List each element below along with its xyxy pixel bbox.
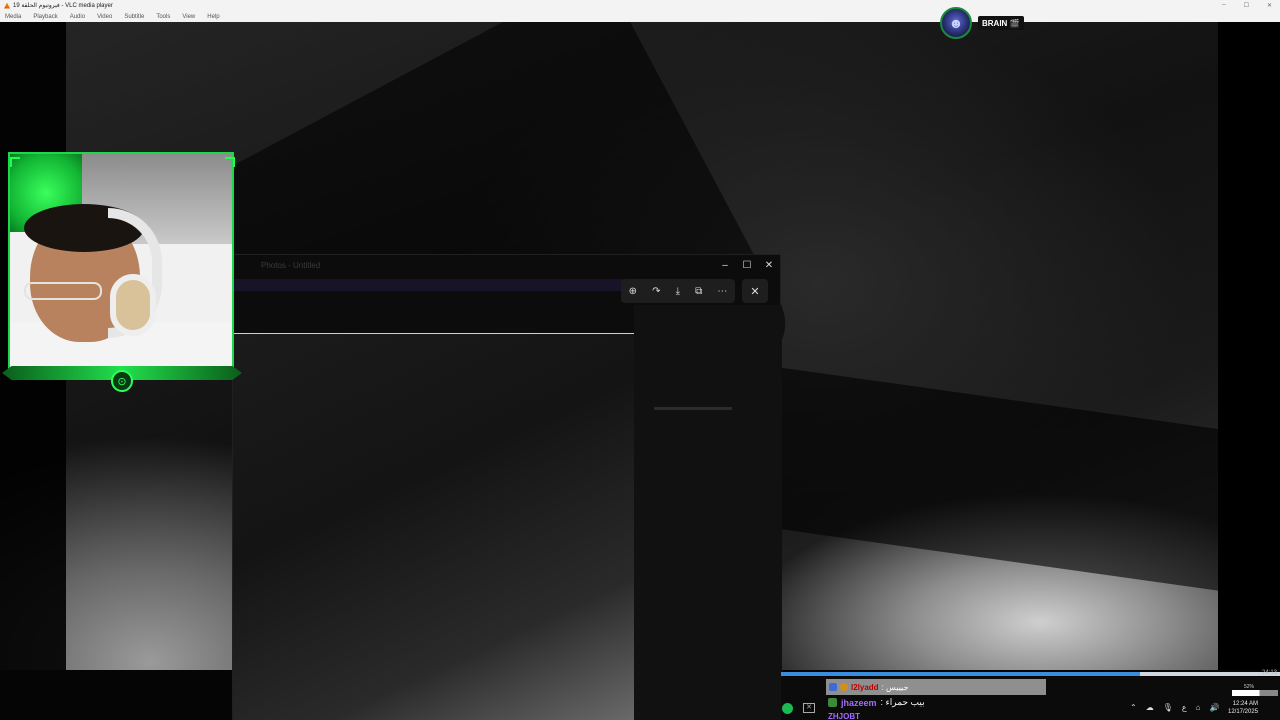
chat-message: jhazeem : بيب حمراء <box>828 697 925 708</box>
stream-title-badge: BRAIN 🎬 <box>978 16 1024 30</box>
photo-viewer-window[interactable]: Photos - Untitled – ☐ ✕ ⊕ ↷ ⤓ ⧉ ⋯ ✕ <box>232 254 782 720</box>
volume-slider[interactable] <box>1232 690 1278 696</box>
menu-playback[interactable]: Playback <box>33 14 57 20</box>
viewer-side-panel <box>634 305 782 720</box>
menu-video[interactable]: Video <box>97 14 112 20</box>
window-title: 19 فيروتيوم الحلقة - VLC media player <box>13 3 113 9</box>
chat-badge-icon <box>828 698 837 707</box>
speaker-icon[interactable]: 🔊 <box>1209 703 1219 712</box>
frame-corner <box>10 157 20 167</box>
spotify-icon[interactable] <box>782 703 793 714</box>
menu-tools[interactable]: Tools <box>156 14 170 20</box>
viewer-toolbar: ⊕ ↷ ⤓ ⧉ ⋯ <box>621 279 735 303</box>
chat-text: : بيب حمراء <box>880 697 925 707</box>
chat-badge-icon <box>829 683 837 691</box>
panel-divider <box>654 407 732 410</box>
vlc-cone-icon <box>4 2 10 9</box>
chevron-up-icon[interactable]: ⌃ <box>1130 703 1137 712</box>
chat-text: : جيييس <box>881 682 909 692</box>
menu-view[interactable]: View <box>182 14 195 20</box>
avatar-icon: ☻ <box>948 15 964 31</box>
chat-badge-icon <box>840 683 848 691</box>
more-icon[interactable]: ⋯ <box>717 286 727 297</box>
viewer-title-bar[interactable]: Photos - Untitled <box>233 255 780 275</box>
frame-corner <box>225 157 235 167</box>
minimize-icon[interactable]: – <box>1222 2 1225 9</box>
viewer-title: Photos - Untitled <box>261 260 321 270</box>
taskbar-clock[interactable]: 12:24 AM 12/17/2025 <box>1228 700 1258 716</box>
menu-media[interactable]: Media <box>5 14 21 20</box>
viewer-minimize-button[interactable]: – <box>714 255 736 275</box>
webcam-overlay <box>8 152 234 374</box>
background-bar <box>233 279 623 291</box>
vlc-title-bar[interactable]: 19 فيروتيوم الحلقة - VLC media player – … <box>0 0 1280 11</box>
xbox-icon[interactable]: ✕ <box>803 703 815 713</box>
headphone-cup <box>110 274 156 336</box>
network-icon[interactable]: ☁ <box>1146 703 1154 712</box>
viewer-window-controls: – ☐ ✕ <box>714 255 780 275</box>
elapsed-time: 24:13 <box>1262 670 1278 676</box>
clock-date: 12/17/2025 <box>1228 709 1259 715</box>
rotate-icon[interactable]: ↷ <box>652 286 660 297</box>
open-external-icon[interactable]: ⧉ <box>695 286 702 297</box>
vlc-menu-bar: Media Playback Audio Video Subtitle Tool… <box>0 11 1280 22</box>
viewer-close-button[interactable]: ✕ <box>742 279 768 303</box>
maximize-icon[interactable]: ☐ <box>1244 2 1249 9</box>
menu-help[interactable]: Help <box>207 14 219 20</box>
language-indicator[interactable]: ع <box>1182 703 1187 712</box>
video-shadow-shape <box>751 366 1280 598</box>
microphone-icon[interactable]: 🎙 <box>1163 703 1173 712</box>
menu-subtitle[interactable]: Subtitle <box>124 14 144 20</box>
letterbox-right <box>1218 22 1280 670</box>
viewer-image[interactable] <box>233 333 634 720</box>
chat-message: l2lyadd : جيييس <box>826 679 1046 695</box>
streamer-avatar: ☻ <box>940 7 972 39</box>
chat-username: jhazeem <box>841 697 877 708</box>
webcam-person-glasses <box>24 282 102 300</box>
viewer-maximize-button[interactable]: ☐ <box>736 255 758 275</box>
seek-bar-fill <box>781 672 1141 676</box>
download-icon[interactable]: ⤓ <box>676 286 680 297</box>
overwatch-logo-icon: ⊙ <box>111 370 133 392</box>
menu-audio[interactable]: Audio <box>70 14 85 20</box>
zoom-in-icon[interactable]: ⊕ <box>629 286 637 297</box>
wifi-icon[interactable]: ⌂ <box>1196 703 1201 712</box>
screen: 19 فيروتيوم الحلقة - VLC media player – … <box>0 0 1280 720</box>
seek-bar[interactable] <box>781 672 1280 676</box>
clock-time: 12:24 AM <box>1232 701 1259 707</box>
chat-username: l2lyadd <box>851 682 879 692</box>
chat-username: ZHJOBT <box>828 712 860 720</box>
viewer-close-window-button[interactable]: ✕ <box>758 255 780 275</box>
system-tray: ⌃ ☁ 🎙 ع ⌂ 🔊 <box>1130 703 1219 712</box>
close-icon[interactable]: ✕ <box>1267 2 1272 9</box>
